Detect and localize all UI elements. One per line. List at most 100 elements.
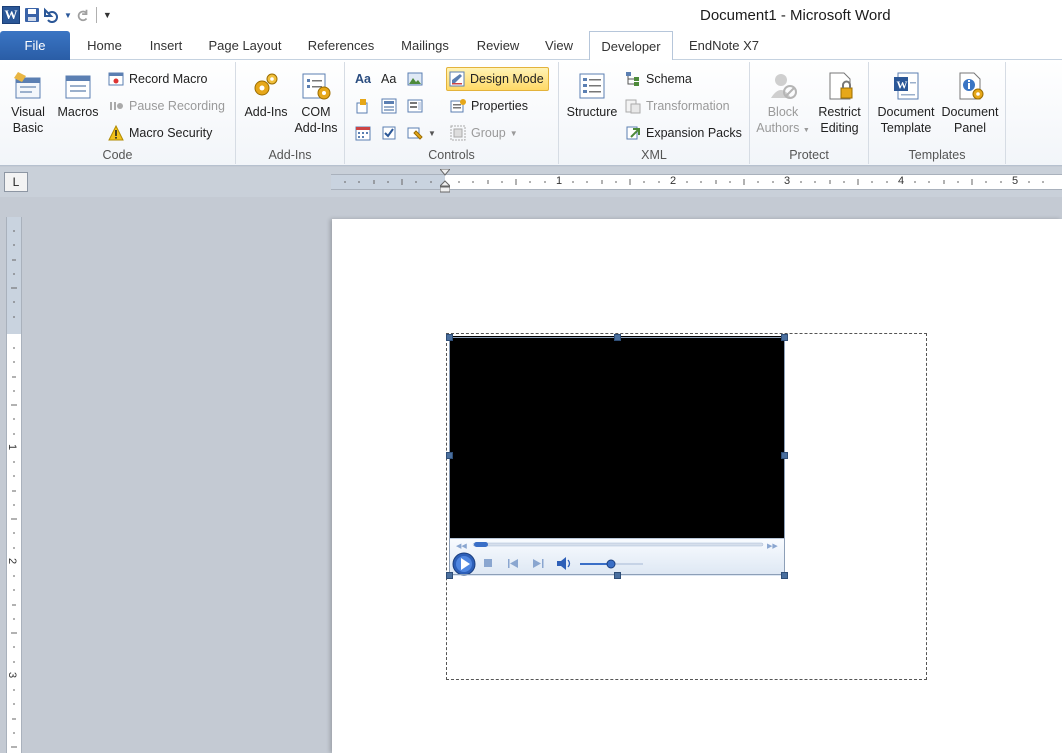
transformation-button[interactable]: Transformation	[625, 95, 730, 117]
gears-icon	[254, 73, 278, 96]
tab-developer[interactable]: Developer	[589, 31, 673, 61]
vertical-ruler[interactable]: 1 2 3	[6, 217, 22, 753]
group-button[interactable]: Group ▼	[450, 122, 518, 144]
visual-basic-label-2: Basic	[12, 121, 44, 135]
tab-endnote[interactable]: EndNote X7	[680, 31, 768, 60]
resize-handle[interactable]	[446, 452, 453, 459]
tab-review[interactable]: Review	[468, 31, 528, 60]
block-authors-button[interactable]: Block Authors ▼	[754, 70, 812, 139]
tab-selector-button[interactable]: L	[4, 172, 28, 192]
plain-text-content-control[interactable]: Aa	[381, 68, 396, 90]
vruler-number: 1	[6, 443, 19, 451]
tab-view[interactable]: View	[535, 31, 583, 60]
resize-handle[interactable]	[446, 572, 453, 579]
structure-icon	[579, 73, 605, 99]
group-icon	[450, 125, 466, 141]
date-picker-control[interactable]	[355, 122, 376, 144]
document-panel-button[interactable]: Document Panel	[937, 70, 1003, 136]
pause-recording-label: Pause Recording	[129, 99, 225, 113]
save-icon[interactable]	[24, 5, 40, 25]
restrict-editing-button[interactable]: Restrict Editing	[812, 70, 867, 136]
word-logo-icon[interactable]: W	[2, 6, 20, 24]
vruler-number: 3	[6, 671, 19, 679]
ruler-number: 5	[1012, 175, 1019, 187]
pause-recording-button[interactable]: Pause Recording	[108, 95, 225, 117]
macro-security-label: Macro Security	[129, 126, 213, 140]
resize-handle[interactable]	[781, 334, 788, 341]
group-xml: Structure Schema Transformation Expansio…	[559, 62, 750, 164]
macros-button[interactable]: Macros	[54, 70, 102, 120]
record-macro-button[interactable]: Record Macro	[108, 68, 208, 90]
restrict-editing-label-1: Restrict	[818, 105, 861, 119]
resize-handle[interactable]	[446, 334, 453, 341]
resize-handle[interactable]	[614, 334, 621, 341]
resize-handle[interactable]	[781, 572, 788, 579]
structure-button[interactable]: Structure	[565, 70, 619, 120]
redo-icon[interactable]	[76, 5, 90, 25]
com-add-ins-button[interactable]: COM Add-Ins	[292, 70, 340, 136]
horizontal-ruler[interactable]: 1 2 3 4 5	[331, 169, 1062, 193]
group-add-ins-label: Add-Ins	[268, 148, 312, 162]
expansion-packs-button[interactable]: Expansion Packs	[625, 122, 742, 144]
design-mode-button[interactable]: Design Mode	[446, 67, 549, 91]
check-box-control[interactable]	[381, 122, 402, 144]
combo-box-control[interactable]	[381, 95, 402, 117]
transformation-label: Transformation	[646, 99, 730, 113]
macros-icon	[65, 75, 91, 99]
visual-basic-label-1: Visual	[11, 105, 45, 119]
rich-text-content-control[interactable]: Aa	[355, 68, 371, 90]
properties-button[interactable]: Properties	[450, 95, 528, 117]
expansion-packs-label: Expansion Packs	[646, 126, 742, 140]
document-panel-label-2: Panel	[954, 121, 986, 135]
group-xml-label: XML	[641, 148, 667, 162]
add-ins-label: Add-Ins	[244, 105, 288, 119]
restrict-editing-label-2: Editing	[820, 121, 859, 135]
legacy-tools-icon	[407, 127, 423, 140]
tab-file[interactable]: File	[0, 31, 70, 60]
restrict-editing-icon	[829, 72, 852, 100]
rich-text-label: Aa	[355, 72, 371, 86]
group-protect: Block Authors ▼ Restrict Editing Protect	[750, 62, 869, 164]
qat-separator	[95, 7, 97, 23]
tab-mailings[interactable]: Mailings	[392, 31, 458, 60]
building-block-control[interactable]	[355, 95, 376, 117]
add-ins-button[interactable]: Add-Ins	[242, 70, 290, 120]
ribbon: Visual Basic Macros Record Macro Pause R…	[0, 60, 1062, 166]
tab-home[interactable]: Home	[77, 31, 132, 60]
schema-button[interactable]: Schema	[625, 68, 692, 90]
visual-basic-button[interactable]: Visual Basic	[6, 70, 50, 136]
properties-label: Properties	[471, 99, 528, 113]
check-box-icon	[382, 126, 396, 140]
schema-label: Schema	[646, 72, 692, 86]
pause-recording-icon	[110, 102, 123, 110]
tab-page-layout[interactable]: Page Layout	[200, 31, 290, 60]
legacy-tools-dropdown-icon: ▼	[428, 128, 436, 138]
ruler-number: 1	[556, 175, 563, 187]
block-authors-icon	[771, 74, 797, 99]
block-authors-label-2: Authors	[756, 121, 800, 135]
calendar-icon	[355, 126, 371, 141]
undo-dropdown-icon[interactable]: ▼	[64, 5, 72, 25]
customize-qat-icon[interactable]: ▼	[103, 5, 112, 25]
resize-handle[interactable]	[781, 452, 788, 459]
picture-content-control[interactable]	[407, 68, 428, 90]
combo-box-icon	[381, 98, 397, 114]
record-macro-icon	[108, 72, 124, 86]
group-code: Visual Basic Macros Record Macro Pause R…	[0, 62, 236, 164]
building-block-icon	[356, 99, 368, 114]
group-dropdown-icon: ▼	[509, 128, 518, 138]
document-template-button[interactable]: W Document Template	[873, 70, 939, 136]
legacy-tools-control[interactable]: ▼	[407, 122, 436, 144]
svg-text:W: W	[897, 80, 908, 92]
tab-references[interactable]: References	[298, 31, 384, 60]
warning-icon	[108, 125, 124, 141]
schema-icon	[626, 72, 639, 86]
undo-icon[interactable]	[44, 5, 60, 25]
ruler-number: 3	[784, 175, 791, 187]
macro-security-button[interactable]: Macro Security	[108, 122, 212, 144]
indent-marker-icon[interactable]	[440, 169, 450, 193]
resize-handle[interactable]	[614, 572, 621, 579]
group-templates: W Document Template Document Panel Templ…	[869, 62, 1006, 164]
drop-down-list-control[interactable]	[407, 95, 428, 117]
tab-insert[interactable]: Insert	[140, 31, 192, 60]
